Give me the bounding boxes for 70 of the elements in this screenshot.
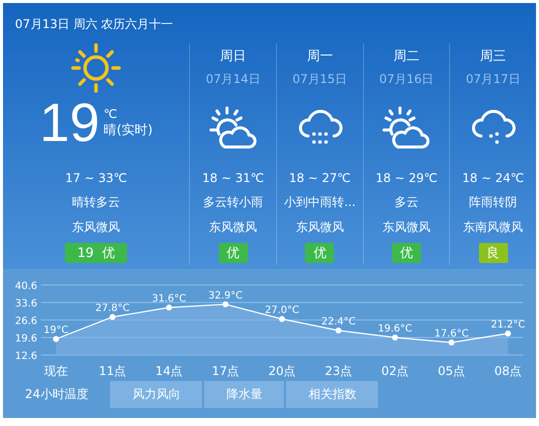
value-label: 19°C — [44, 325, 68, 336]
weather-text: 小到中雨转... — [284, 194, 356, 211]
axis-tick-label: 33.6 — [15, 298, 38, 310]
axis-category-label: 23点 — [324, 364, 352, 378]
air-quality-badge: 19 优 — [65, 242, 128, 262]
date-label: 07月14日 — [206, 71, 260, 88]
value-label: 17.6°C — [434, 328, 469, 340]
axis-category-label: 02点 — [381, 364, 409, 378]
weather-text: 多云 — [394, 194, 418, 211]
data-point — [448, 340, 454, 346]
chart-tab[interactable]: 降水量 — [204, 381, 284, 408]
axis-category-label: 05点 — [438, 364, 466, 378]
data-point — [336, 328, 342, 334]
chart-tab[interactable]: 相关指数 — [286, 381, 378, 408]
weekday-label: 周日 — [220, 48, 246, 65]
axis-category-label: 17点 — [212, 364, 240, 378]
axis-tick-label: 40.6 — [15, 281, 38, 292]
current-condition: 晴(实时) — [104, 122, 153, 139]
axis-tick-label: 19.6 — [15, 334, 38, 344]
date-label: 07月16日 — [379, 71, 434, 88]
axis-tick-label: 12.6 — [15, 351, 38, 362]
data-point — [505, 330, 511, 336]
temperature-range: 18 ~ 24℃ — [462, 170, 524, 186]
value-label: 21.2°C — [490, 320, 526, 330]
temperature-range: 18 ~ 27℃ — [288, 170, 351, 186]
value-label: 27.8°C — [95, 303, 130, 314]
current-temperature: 19 — [40, 95, 100, 151]
value-label: 27.0°C — [264, 305, 300, 316]
sun-cloud-icon — [382, 106, 430, 150]
air-quality-badge: 优 — [392, 242, 421, 262]
data-point — [110, 314, 116, 320]
value-label: 22.4°C — [321, 316, 356, 328]
weekday-label: 周三 — [480, 48, 506, 65]
date-header: 07月13日 周六 农历六月十一 — [14, 16, 174, 33]
temperature-range: 17 ~ 33℃ — [65, 170, 127, 186]
weather-text: 阵雨转阴 — [469, 194, 518, 211]
sun-icon — [71, 43, 122, 93]
air-quality-badge: 优 — [305, 242, 334, 262]
axis-category-label: 现在 — [44, 364, 68, 378]
weather-text: 多云转小雨 — [203, 194, 264, 211]
chart-tab[interactable]: 风力风向 — [110, 381, 202, 408]
axis-category-label: 14点 — [155, 364, 183, 378]
data-point — [279, 316, 285, 322]
sun-cloud-icon — [209, 106, 258, 150]
axis-category-label: 11点 — [98, 364, 126, 378]
data-point — [222, 301, 228, 308]
air-quality-badge: 良 — [478, 242, 508, 262]
wind-text: 东风微风 — [209, 219, 258, 236]
weekday-label: 周一 — [306, 48, 333, 65]
value-label: 19.6°C — [378, 324, 412, 334]
data-point — [166, 304, 172, 310]
wind-text: 东风微风 — [296, 219, 344, 236]
axis-tick-label: 26.6 — [15, 316, 38, 327]
data-point — [392, 334, 398, 340]
weather-text: 晴转多云 — [72, 194, 120, 211]
air-quality-badge: 优 — [218, 242, 248, 262]
axis-category-label: 08点 — [494, 364, 522, 378]
date-label: 07月17日 — [466, 71, 520, 88]
value-label: 31.6°C — [152, 294, 186, 304]
temperature-unit: ℃ — [104, 107, 118, 121]
wind-text: 东南风微风 — [463, 219, 524, 236]
axis-category-label: 20点 — [268, 364, 296, 378]
wind-text: 东风微风 — [382, 219, 430, 236]
wind-text: 东风微风 — [72, 219, 120, 236]
value-label: 32.9°C — [208, 290, 243, 302]
date-label: 07月15日 — [292, 71, 348, 88]
data-point — [53, 336, 59, 342]
temperature-range: 18 ~ 31℃ — [202, 170, 264, 186]
weekday-label: 周二 — [393, 48, 420, 65]
temperature-range: 18 ~ 29℃ — [376, 170, 438, 186]
